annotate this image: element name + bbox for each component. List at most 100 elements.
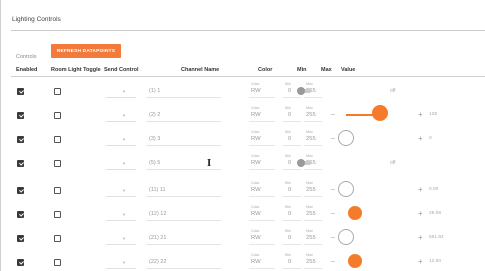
color-caption: Color bbox=[251, 130, 260, 134]
room-light-toggle-checkbox[interactable] bbox=[54, 259, 61, 266]
send-control-select[interactable] bbox=[106, 169, 136, 170]
value-toggle-knob[interactable] bbox=[297, 87, 305, 95]
value-knob[interactable] bbox=[348, 254, 362, 268]
enabled-checkbox[interactable] bbox=[17, 235, 24, 242]
send-control-select[interactable] bbox=[106, 196, 136, 197]
value-toggle-knob[interactable] bbox=[297, 159, 305, 167]
channel-name-input[interactable] bbox=[146, 169, 221, 170]
refresh-datapoints-button[interactable]: REFRESH DATAPOINTS bbox=[51, 44, 121, 58]
send-control-select[interactable] bbox=[106, 121, 136, 122]
minus-icon[interactable]: – bbox=[331, 234, 335, 241]
min-field[interactable]: 0 bbox=[288, 235, 291, 241]
channel-name: (3) 3 bbox=[149, 136, 161, 142]
header-min: Min bbox=[297, 67, 307, 73]
min-field-underline bbox=[283, 220, 301, 221]
value-number: 651.84 bbox=[429, 235, 444, 240]
channel-name-input[interactable] bbox=[146, 244, 221, 245]
color-field[interactable]: RW bbox=[251, 235, 261, 241]
minus-icon[interactable]: – bbox=[331, 258, 335, 265]
min-field[interactable]: 0 bbox=[288, 136, 291, 142]
value-knob[interactable] bbox=[338, 130, 354, 146]
min-caption: Min bbox=[285, 181, 291, 185]
max-field[interactable]: 255 bbox=[306, 112, 316, 118]
channel-name-input[interactable] bbox=[146, 268, 221, 269]
color-field[interactable]: RW bbox=[251, 136, 261, 142]
channel-name-input[interactable] bbox=[146, 121, 221, 122]
max-field-underline bbox=[304, 121, 322, 122]
send-control-select[interactable] bbox=[106, 97, 136, 98]
room-light-toggle-checkbox[interactable] bbox=[54, 160, 61, 167]
min-field[interactable]: 0 bbox=[288, 160, 291, 166]
max-caption: Max bbox=[306, 106, 313, 110]
send-control-select[interactable] bbox=[106, 145, 136, 146]
plus-icon[interactable]: + bbox=[418, 185, 423, 194]
max-field[interactable]: 255 bbox=[306, 136, 316, 142]
table-row: ▼(1) 1ColorMinMaxRW0255off bbox=[1, 79, 485, 104]
color-field[interactable]: RW bbox=[251, 112, 261, 118]
enabled-checkbox[interactable] bbox=[17, 211, 24, 218]
send-control-select[interactable] bbox=[106, 244, 136, 245]
header-enabled: Enabled bbox=[16, 67, 38, 73]
minus-icon[interactable]: – bbox=[331, 135, 335, 142]
enabled-checkbox[interactable] bbox=[17, 88, 24, 95]
plus-icon[interactable]: + bbox=[418, 134, 423, 143]
send-control-select[interactable] bbox=[106, 268, 136, 269]
color-field[interactable]: RW bbox=[251, 160, 261, 166]
value-knob[interactable] bbox=[338, 181, 354, 197]
enabled-checkbox[interactable] bbox=[17, 160, 24, 167]
channel-name: (5) 5 bbox=[149, 160, 161, 166]
minus-icon[interactable]: – bbox=[331, 186, 335, 193]
max-field-underline bbox=[304, 244, 322, 245]
max-field[interactable]: 255 bbox=[306, 259, 316, 265]
plus-icon[interactable]: + bbox=[418, 209, 423, 218]
min-field[interactable]: 0 bbox=[288, 187, 291, 193]
minus-icon[interactable]: – bbox=[331, 210, 335, 217]
channel-name-input[interactable] bbox=[146, 196, 221, 197]
max-caption: Max bbox=[306, 130, 313, 134]
color-field-underline bbox=[249, 97, 275, 98]
max-field[interactable]: 255 bbox=[306, 211, 316, 217]
room-light-toggle-checkbox[interactable] bbox=[54, 235, 61, 242]
channel-name: (11) 11 bbox=[149, 187, 166, 193]
channel-name: (22) 22 bbox=[149, 259, 167, 265]
channel-name-input[interactable] bbox=[146, 145, 221, 146]
chevron-down-icon: ▼ bbox=[122, 212, 127, 217]
send-control-select[interactable] bbox=[106, 220, 136, 221]
max-caption: Max bbox=[306, 205, 313, 209]
plus-icon[interactable]: + bbox=[418, 257, 423, 266]
room-light-toggle-checkbox[interactable] bbox=[54, 211, 61, 218]
color-field-underline bbox=[249, 196, 275, 197]
color-caption: Color bbox=[251, 229, 260, 233]
minus-icon[interactable]: – bbox=[331, 111, 335, 118]
channel-name-input[interactable] bbox=[146, 97, 221, 98]
room-light-toggle-checkbox[interactable] bbox=[54, 136, 61, 143]
panel-title: Lighting Controls bbox=[12, 16, 61, 23]
value-knob[interactable] bbox=[338, 229, 354, 245]
max-field[interactable]: 255 bbox=[306, 187, 316, 193]
value-slider-knob[interactable] bbox=[372, 105, 388, 121]
room-light-toggle-checkbox[interactable] bbox=[54, 88, 61, 95]
color-field[interactable]: RW bbox=[251, 187, 261, 193]
min-field[interactable]: 0 bbox=[288, 259, 291, 265]
enabled-checkbox[interactable] bbox=[17, 112, 24, 119]
max-field-underline bbox=[304, 169, 322, 170]
value-number: 25.08 bbox=[429, 211, 442, 216]
max-field[interactable]: 255 bbox=[306, 235, 316, 241]
min-field[interactable]: 0 bbox=[288, 88, 291, 94]
color-field[interactable]: RW bbox=[251, 211, 261, 217]
room-light-toggle-checkbox[interactable] bbox=[54, 112, 61, 119]
plus-icon[interactable]: + bbox=[418, 233, 423, 242]
enabled-checkbox[interactable] bbox=[17, 259, 24, 266]
room-light-toggle-checkbox[interactable] bbox=[54, 187, 61, 194]
plus-icon[interactable]: + bbox=[418, 110, 423, 119]
enabled-checkbox[interactable] bbox=[17, 187, 24, 194]
color-field[interactable]: RW bbox=[251, 88, 261, 94]
color-field[interactable]: RW bbox=[251, 259, 261, 265]
value-off-label: off bbox=[390, 88, 396, 94]
enabled-checkbox[interactable] bbox=[17, 136, 24, 143]
value-knob[interactable] bbox=[348, 206, 362, 220]
min-field[interactable]: 0 bbox=[288, 112, 291, 118]
channel-name-input[interactable] bbox=[146, 220, 221, 221]
min-field[interactable]: 0 bbox=[288, 211, 291, 217]
color-field-underline bbox=[249, 121, 275, 122]
